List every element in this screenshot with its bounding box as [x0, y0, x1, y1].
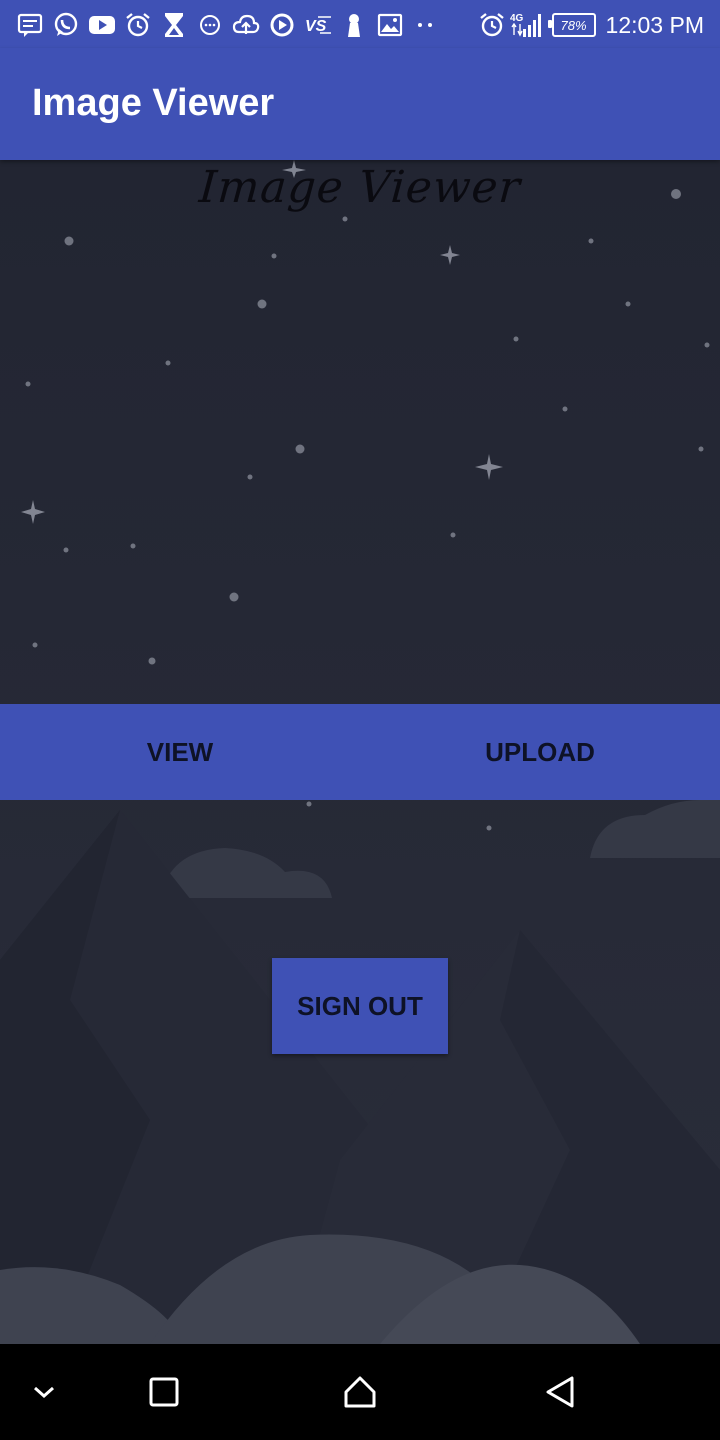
vs-icon: VS — [304, 11, 332, 39]
chat-bubble-icon — [196, 11, 224, 39]
keyhole-icon — [340, 11, 368, 39]
home-icon[interactable] — [340, 1372, 380, 1412]
whatsapp-icon — [52, 11, 80, 39]
chevron-down-icon[interactable] — [24, 1372, 64, 1412]
message-icon — [16, 11, 44, 39]
network-type-label: 4G — [510, 13, 524, 24]
clock: 12:03 PM — [605, 11, 704, 38]
cloud-upload-icon — [232, 11, 260, 39]
hourglass-icon — [160, 11, 188, 39]
image-icon — [376, 11, 404, 39]
main-content: Image Viewer VIEW UPLOAD SIGN OUT — [0, 160, 720, 1344]
more-dots-icon — [412, 11, 434, 39]
notification-icons: VS — [16, 10, 442, 40]
app-bar: Image Viewer — [0, 48, 720, 160]
signal-icon: 4G — [510, 11, 544, 39]
page-title: Image Viewer — [32, 82, 275, 124]
navigation-bar — [0, 1344, 720, 1440]
youtube-icon — [88, 11, 116, 39]
alarm-icon — [124, 11, 152, 39]
battery-indicator: 78% — [547, 13, 596, 37]
upload-button[interactable]: UPLOAD — [360, 704, 720, 800]
tab-bar: VIEW UPLOAD — [0, 704, 720, 800]
play-icon — [268, 11, 296, 39]
logo-text: Image Viewer — [197, 162, 523, 213]
status-right: 4G 78% 12:03 PM — [478, 8, 704, 42]
sign-out-button[interactable]: SIGN OUT — [272, 958, 448, 1054]
recents-icon[interactable] — [144, 1372, 184, 1412]
back-icon[interactable] — [540, 1372, 580, 1412]
view-button[interactable]: VIEW — [0, 704, 360, 800]
status-bar: VS 4G 78% 12:03 PM — [0, 0, 720, 48]
alarm-icon — [478, 11, 506, 39]
